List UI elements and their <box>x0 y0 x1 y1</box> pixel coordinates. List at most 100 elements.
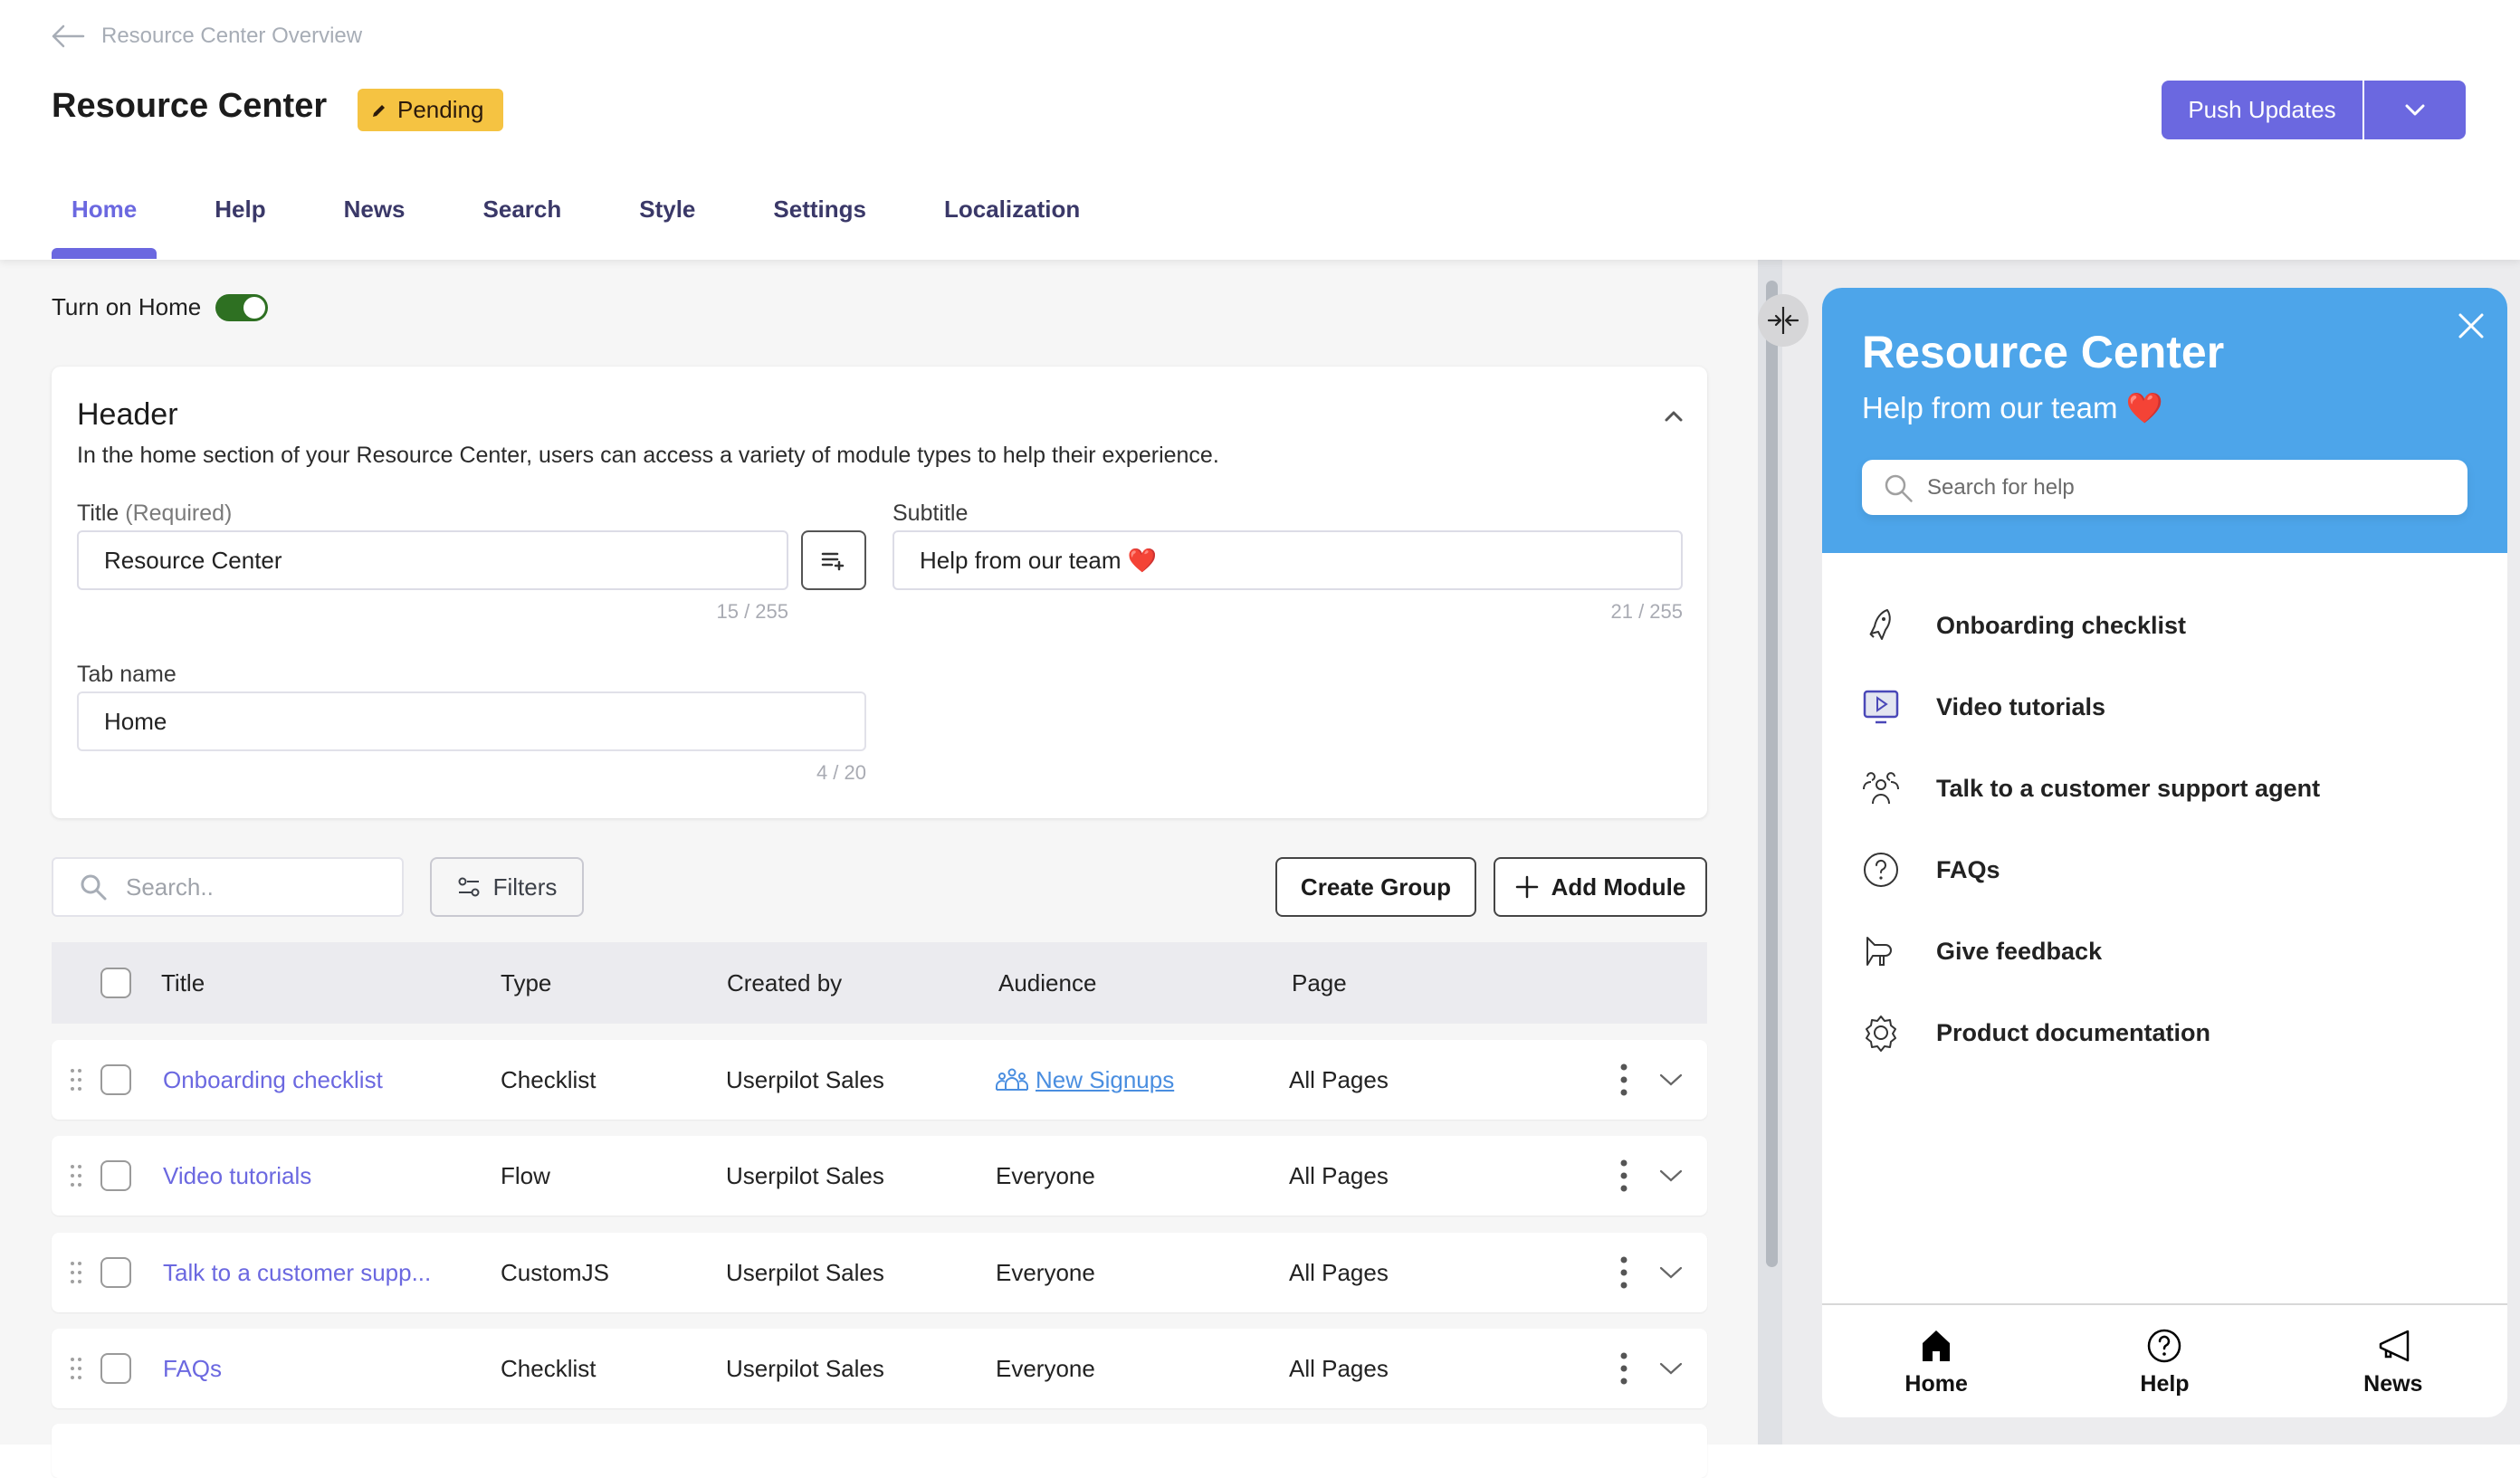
home-toggle-switch[interactable] <box>215 293 269 321</box>
drag-handle-icon[interactable] <box>70 1261 82 1284</box>
home-toggle-row: Turn on Home <box>52 293 269 321</box>
drag-handle-icon[interactable] <box>70 1068 82 1092</box>
gear-icon <box>1866 1016 1896 1052</box>
video-play-icon <box>1863 690 1899 724</box>
required-hint: (Required) <box>125 501 233 526</box>
chevron-down-icon <box>2405 104 2425 115</box>
row-audience: Everyone <box>996 1354 1095 1382</box>
row-title-link[interactable]: FAQs <box>163 1355 222 1383</box>
column-header-title[interactable]: Title <box>161 969 205 997</box>
preview-footer-tab-news[interactable]: News <box>2279 1305 2507 1417</box>
table-row: Video tutorials Flow Userpilot Sales Eve… <box>52 1136 1707 1216</box>
preview-search-input[interactable]: Search for help <box>1862 460 2468 515</box>
subtitle-input[interactable]: Help from our team ❤️ <box>892 530 1683 590</box>
close-icon[interactable] <box>2455 310 2487 342</box>
top-bar: Resource Center Overview Resource Center… <box>0 0 2520 260</box>
create-group-button[interactable]: Create Group <box>1275 857 1476 917</box>
push-updates-button[interactable]: Push Updates <box>2162 81 2362 139</box>
tab-style[interactable]: Style <box>619 181 715 260</box>
table-header: Title Type Created by Audience Page <box>52 942 1707 1024</box>
question-circle-icon <box>1864 853 1898 887</box>
arrow-left-icon <box>52 24 85 48</box>
row-page: All Pages <box>1289 1161 1389 1189</box>
tabname-input[interactable]: Home <box>77 691 866 751</box>
preview-item-product-documentation[interactable]: Product documentation <box>1862 1014 2210 1052</box>
title-input[interactable]: Resource Center <box>77 530 788 590</box>
card-description: In the home section of your Resource Cen… <box>77 443 1219 468</box>
table-row-partial <box>52 1424 1707 1478</box>
row-audience: Everyone <box>996 1161 1095 1189</box>
column-header-created-by[interactable]: Created by <box>727 969 842 997</box>
insert-variable-button[interactable] <box>801 530 866 590</box>
filters-button[interactable]: Filters <box>430 857 584 917</box>
select-all-checkbox[interactable] <box>100 968 131 998</box>
row-audience: Everyone <box>996 1258 1095 1286</box>
editor-pane: Turn on Home Header In the home section … <box>0 260 1758 1478</box>
more-options-icon[interactable] <box>1617 1062 1631 1098</box>
page-title: Resource Center <box>52 87 328 125</box>
row-checkbox[interactable] <box>100 1160 131 1191</box>
row-title-link[interactable]: Onboarding checklist <box>163 1066 383 1094</box>
preview-footer-nav: Home Help News <box>1822 1303 2507 1417</box>
rocket-icon <box>1869 609 1891 640</box>
status-badge-label: Pending <box>397 96 484 123</box>
preview-subtitle: Help from our team ❤️ <box>1862 391 2163 424</box>
plus-icon <box>1515 875 1538 899</box>
tab-bar: Home Help News Search Style Settings Loc… <box>52 181 1138 260</box>
preview-item-onboarding-checklist[interactable]: Onboarding checklist <box>1862 606 2186 644</box>
footer-tab-label: Help <box>2140 1370 2190 1397</box>
module-search-input[interactable]: Search.. <box>52 857 404 917</box>
drag-handle-icon[interactable] <box>70 1164 82 1187</box>
tab-settings[interactable]: Settings <box>753 181 886 260</box>
column-header-type[interactable]: Type <box>501 969 551 997</box>
chevron-down-icon[interactable] <box>1658 1359 1684 1378</box>
push-updates-dropdown-button[interactable] <box>2362 81 2466 139</box>
question-circle-icon <box>2148 1329 2181 1362</box>
row-type: Flow <box>501 1161 550 1189</box>
chevron-up-icon[interactable] <box>1660 403 1687 430</box>
row-checkbox[interactable] <box>100 1353 131 1384</box>
audience-segment-link[interactable]: New Signups <box>1036 1066 1174 1094</box>
row-page: All Pages <box>1289 1354 1389 1382</box>
drag-handle-icon[interactable] <box>70 1357 82 1380</box>
add-module-button[interactable]: Add Module <box>1494 857 1707 917</box>
preview-item-faqs[interactable]: FAQs <box>1862 851 2000 889</box>
title-label-text: Title <box>77 501 119 526</box>
row-audience: New Signups <box>996 1066 1174 1094</box>
row-checkbox[interactable] <box>100 1064 131 1095</box>
preview-title: Resource Center <box>1862 327 2225 377</box>
preview-item-give-feedback[interactable]: Give feedback <box>1862 932 2102 970</box>
row-type: CustomJS <box>501 1258 609 1286</box>
row-title-link[interactable]: Video tutorials <box>163 1162 311 1190</box>
column-header-page[interactable]: Page <box>1292 969 1347 997</box>
search-icon <box>1885 474 1913 502</box>
more-options-icon[interactable] <box>1617 1158 1631 1194</box>
row-created-by: Userpilot Sales <box>726 1258 884 1286</box>
preview-footer-tab-help[interactable]: Help <box>2050 1305 2278 1417</box>
chevron-down-icon[interactable] <box>1658 1167 1684 1185</box>
tab-news[interactable]: News <box>324 181 425 260</box>
tab-search[interactable]: Search <box>463 181 582 260</box>
home-toggle-label: Turn on Home <box>52 293 202 320</box>
row-checkbox[interactable] <box>100 1257 131 1288</box>
breadcrumb-back-link[interactable]: Resource Center Overview <box>51 24 362 49</box>
pencil-icon <box>373 104 385 117</box>
more-options-icon[interactable] <box>1617 1254 1631 1291</box>
tab-help[interactable]: Help <box>195 181 285 260</box>
chevron-down-icon[interactable] <box>1658 1071 1684 1089</box>
row-created-by: Userpilot Sales <box>726 1065 884 1093</box>
create-group-label: Create Group <box>1300 872 1452 901</box>
preview-footer-tab-home[interactable]: Home <box>1822 1305 2050 1417</box>
pane-resize-handle[interactable] <box>1758 294 1809 347</box>
tab-home[interactable]: Home <box>52 181 158 260</box>
preview-item-video-tutorials[interactable]: Video tutorials <box>1862 688 2105 726</box>
row-page: All Pages <box>1289 1258 1389 1286</box>
column-header-audience[interactable]: Audience <box>998 969 1096 997</box>
chevron-down-icon[interactable] <box>1658 1263 1684 1282</box>
row-title-link[interactable]: Talk to a customer supp... <box>163 1259 431 1287</box>
preview-item-customer-support[interactable]: Talk to a customer support agent <box>1862 769 2320 807</box>
preview-item-label: Product documentation <box>1936 1018 2210 1046</box>
tab-localization[interactable]: Localization <box>924 181 1100 260</box>
more-options-icon[interactable] <box>1617 1350 1631 1387</box>
scrollbar-thumb[interactable] <box>1766 281 1778 1267</box>
